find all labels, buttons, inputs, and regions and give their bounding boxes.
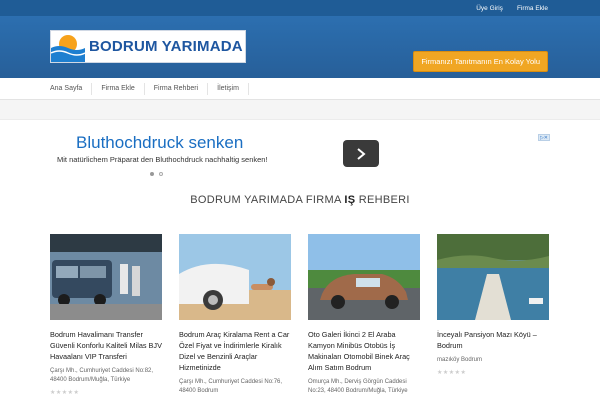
rating-stars-icon: ★★★★★ bbox=[437, 370, 467, 376]
rating-stars-icon: ★★★★★ bbox=[50, 390, 80, 396]
adchoices-icon[interactable]: ▷✕ bbox=[538, 134, 550, 141]
carousel-dot-active[interactable] bbox=[150, 172, 154, 176]
rental-car-beach-image[interactable] bbox=[179, 234, 291, 320]
card-title[interactable]: Bodrum Araç Kiralama Rent a Car Özel Fiy… bbox=[179, 329, 291, 373]
card-title[interactable]: Bodrum Havalimanı Transfer Güvenli Konfo… bbox=[50, 329, 162, 362]
card-address: Çarşı Mh., Cumhuriyet Caddesi No:82, 484… bbox=[50, 368, 154, 383]
card-address: Çarşı Mh., Cumhuriyet Caddesi No:76, 484… bbox=[179, 379, 283, 394]
promote-company-button[interactable]: Firmanızı Tanıtmanın En Kolay Yolu bbox=[413, 51, 548, 72]
card-title[interactable]: İnceyalı Pansiyon Mazı Köyü – Bodrum bbox=[437, 329, 549, 351]
section-title: BODRUM YARIMADA FIRMA IŞ REHBERI bbox=[0, 194, 600, 206]
card-address: Omurça Mh., Derviş Görgün Caddesi No:23,… bbox=[308, 379, 408, 394]
chevron-right-icon bbox=[357, 147, 366, 160]
company-card[interactable]: Bodrum Araç Kiralama Rent a Car Özel Fiy… bbox=[179, 234, 291, 396]
nav-item-add-company[interactable]: Firma Ekle bbox=[92, 82, 145, 95]
nav-item-directory[interactable]: Firma Rehberi bbox=[145, 82, 209, 95]
nav-item-home[interactable]: Ana Sayfa bbox=[50, 82, 93, 95]
section-title-bold: IŞ bbox=[344, 194, 356, 206]
company-cards: Bodrum Havalimanı Transfer Güvenli Konfo… bbox=[50, 234, 550, 396]
company-card[interactable]: Bodrum Havalimanı Transfer Güvenli Konfo… bbox=[50, 234, 162, 396]
add-company-top-link[interactable]: Firma Ekle bbox=[517, 5, 548, 12]
carousel-dot[interactable] bbox=[159, 172, 163, 176]
pension-seaside-image[interactable] bbox=[437, 234, 549, 320]
transfer-van-image[interactable] bbox=[50, 234, 162, 320]
company-card[interactable]: Oto Galeri İkinci 2 El Araba Kamyon Mini… bbox=[308, 234, 420, 396]
card-title[interactable]: Oto Galeri İkinci 2 El Araba Kamyon Mini… bbox=[308, 329, 420, 373]
ad-text: Mit natürlichem Präparat den Bluthochdru… bbox=[57, 155, 268, 164]
card-address: mazıköy Bodrum bbox=[437, 357, 483, 363]
section-title-post: REHBERI bbox=[355, 194, 410, 206]
breadcrumb-band bbox=[0, 100, 600, 120]
top-bar: Üye Giriş Firma Ekle bbox=[0, 0, 600, 16]
ad-banner[interactable]: ▷✕ Bluthochdruck senken Mit natürlichem … bbox=[0, 132, 600, 192]
main-nav: Ana Sayfa Firma Ekle Firma Rehberi İleti… bbox=[0, 78, 600, 100]
site-logo[interactable]: BODRUM YARIMADA bbox=[50, 30, 246, 63]
logo-text: BODRUM YARIMADA bbox=[89, 38, 243, 55]
ad-next-button[interactable] bbox=[343, 140, 379, 167]
sun-sea-logo-icon bbox=[51, 35, 85, 62]
site-header: BODRUM YARIMADA Firmanızı Tanıtmanın En … bbox=[0, 16, 600, 78]
ad-carousel-dots bbox=[150, 172, 163, 176]
member-login-link[interactable]: Üye Giriş bbox=[476, 5, 503, 12]
section-title-pre: BODRUM YARIMADA FIRMA bbox=[190, 194, 345, 206]
company-card[interactable]: İnceyalı Pansiyon Mazı Köyü – Bodrum maz… bbox=[437, 234, 549, 396]
ad-title[interactable]: Bluthochdruck senken bbox=[76, 133, 243, 153]
nav-item-contact[interactable]: İletişim bbox=[208, 82, 249, 95]
used-car-image[interactable] bbox=[308, 234, 420, 320]
